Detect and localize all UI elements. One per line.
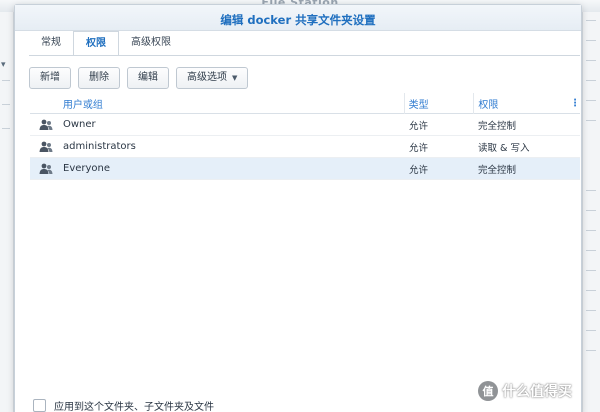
row-user-name: Owner (63, 119, 96, 130)
row-permission: 完全控制 (478, 120, 517, 132)
user-group-icon (30, 119, 61, 131)
background-right-panel (582, 12, 600, 412)
watermark: 值 什么值得买 (478, 381, 572, 401)
edit-shared-folder-dialog: 编辑 docker 共享文件夹设置 常规 权限 高级权限 新增 删除 编辑 高级… (14, 4, 582, 412)
table-row[interactable]: administrators 允许 读取 & 写入 (30, 136, 580, 158)
toolbar: 新增 删除 编辑 高级选项 ▼ (29, 67, 249, 89)
background-divider (586, 330, 596, 331)
background-divider (586, 80, 596, 81)
background-divider (586, 290, 596, 291)
row-permission: 完全控制 (478, 164, 517, 176)
watermark-logo: 值 (478, 381, 498, 401)
apply-to-subfolders-option: 应用到这个文件夹、子文件夹及文件 (33, 398, 214, 412)
header-user-or-group[interactable]: 用户或组 (61, 96, 404, 111)
background-left-panel: ▾ (0, 12, 14, 412)
table-row-selected[interactable]: Everyone 允许 完全控制 (30, 158, 580, 180)
create-button[interactable]: 新增 (29, 67, 71, 89)
watermark-badge-text: 值 (482, 385, 494, 398)
caret-down-icon: ▼ (232, 74, 238, 82)
background-divider (2, 104, 10, 105)
tab-bar: 常规 权限 高级权限 (29, 31, 183, 56)
edit-button[interactable]: 编辑 (127, 67, 169, 89)
background-divider (586, 20, 596, 21)
background-divider (586, 60, 596, 61)
apply-to-subfolders-label[interactable]: 应用到这个文件夹、子文件夹及文件 (54, 398, 214, 412)
delete-button[interactable]: 删除 (78, 67, 120, 89)
background-divider (586, 210, 596, 211)
watermark-text: 什么值得买 (502, 384, 572, 400)
row-user-name: administrators (63, 141, 136, 152)
apply-to-subfolders-checkbox[interactable] (33, 399, 46, 412)
tab-general[interactable]: 常规 (29, 31, 73, 56)
column-menu-icon[interactable]: ⋮ (570, 98, 580, 109)
permissions-table: 用户或组 类型 权限 ⋮ Owner 允许 完全控制 administrator… (30, 92, 580, 180)
tab-permissions[interactable]: 权限 (73, 31, 119, 56)
background-divider (2, 80, 10, 81)
background-divider (2, 128, 10, 129)
tab-advanced-permissions[interactable]: 高级权限 (119, 31, 183, 56)
row-type: 允许 (409, 164, 429, 176)
user-group-icon (30, 163, 61, 175)
header-permission[interactable]: 权限 (474, 96, 570, 111)
row-permission: 读取 & 写入 (478, 142, 530, 154)
table-row[interactable]: Owner 允许 完全控制 (30, 114, 580, 136)
table-header: 用户或组 类型 权限 ⋮ (30, 92, 580, 114)
tab-divider (29, 55, 580, 56)
background-divider (586, 230, 596, 231)
background-divider (586, 310, 596, 311)
chevron-down-icon[interactable]: ▾ (1, 60, 6, 70)
dialog-title: 编辑 docker 共享文件夹设置 (220, 13, 376, 27)
user-group-icon (30, 141, 61, 153)
advanced-options-label: 高级选项 (187, 72, 227, 83)
background-divider (586, 270, 596, 271)
background-divider (586, 250, 596, 251)
background-divider (586, 100, 596, 101)
background-divider (586, 190, 596, 191)
background-divider (586, 120, 596, 121)
row-type: 允许 (409, 120, 429, 132)
background-divider (586, 350, 596, 351)
dialog-header[interactable]: 编辑 docker 共享文件夹设置 (15, 5, 581, 31)
advanced-options-button[interactable]: 高级选项 ▼ (176, 67, 249, 89)
header-type[interactable]: 类型 (405, 96, 474, 111)
background-divider (586, 40, 596, 41)
row-type: 允许 (409, 142, 429, 154)
row-user-name: Everyone (63, 163, 111, 174)
